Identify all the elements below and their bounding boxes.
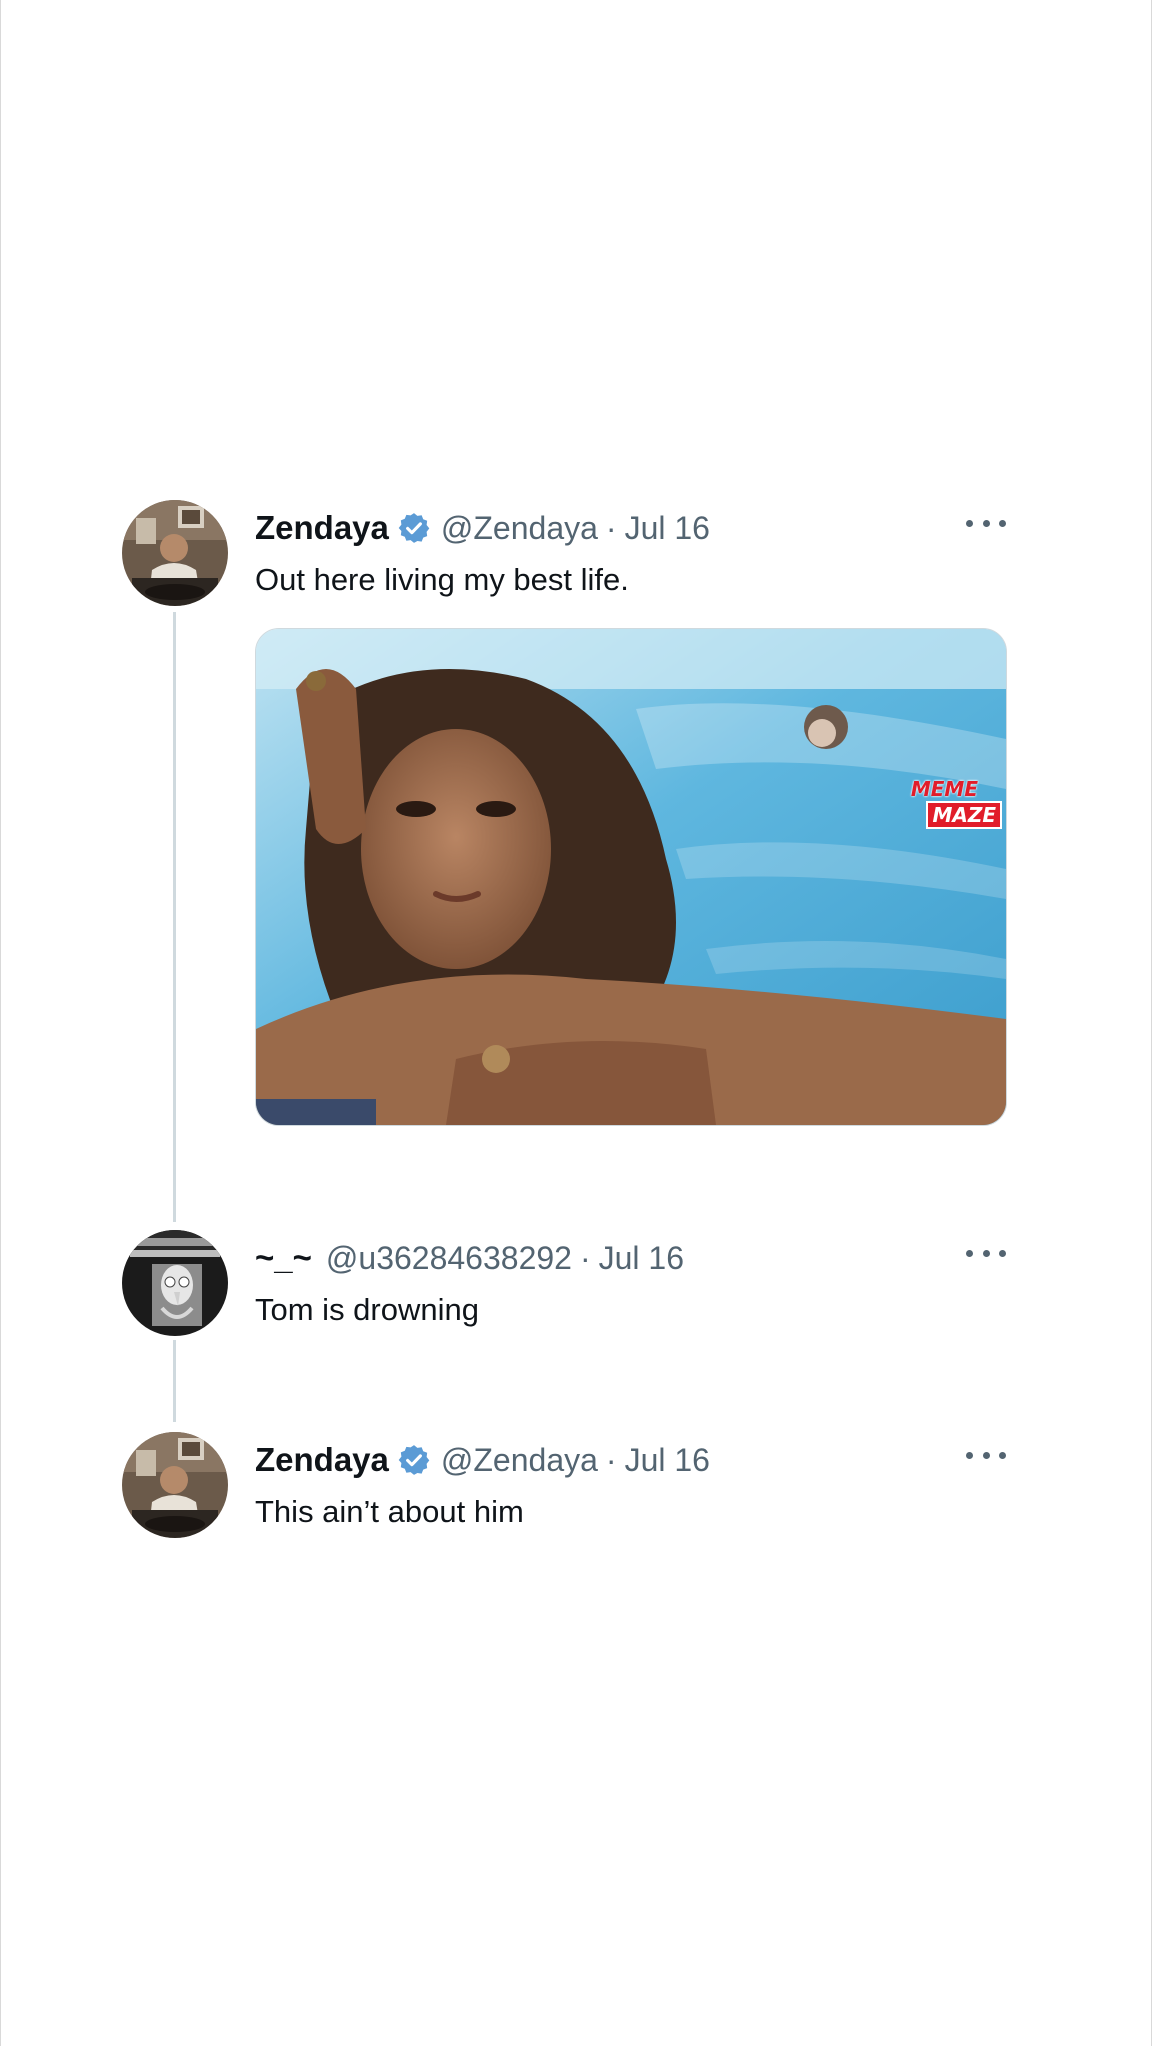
handle[interactable]: @Zendaya: [441, 510, 598, 547]
avatar-zendaya[interactable]: [122, 1432, 228, 1538]
tweet-3[interactable]: Zendaya @Zendaya · Jul 16 This ain’t abo…: [122, 1432, 1006, 1542]
verified-badge-icon: [397, 1443, 431, 1477]
avatar-squidward[interactable]: [122, 1230, 228, 1336]
verified-badge-icon: [397, 511, 431, 545]
more-options-icon[interactable]: [966, 1238, 1006, 1268]
tweet-2[interactable]: ~_~ @u36284638292 · Jul 16 Tom is drowni…: [122, 1230, 1006, 1340]
watermark-line2: MAZE: [926, 801, 1002, 829]
tweet-1-header: Zendaya @Zendaya · Jul 16: [255, 500, 1006, 556]
tweet-media-image[interactable]: MEME MAZE: [255, 628, 1007, 1126]
separator-dot: ·: [605, 509, 617, 546]
tweet-2-body: ~_~ @u36284638292 · Jul 16 Tom is drowni…: [255, 1230, 1006, 1332]
tweet-3-header: Zendaya @Zendaya · Jul 16: [255, 1432, 1006, 1488]
pool-photo: [256, 629, 1006, 1125]
watermark-line1: MEME: [910, 777, 978, 801]
display-name[interactable]: Zendaya: [255, 1441, 389, 1479]
avatar-zendaya[interactable]: [122, 500, 228, 606]
thread-connector-line: [173, 1340, 176, 1422]
tweet-2-header: ~_~ @u36284638292 · Jul 16: [255, 1230, 1006, 1286]
meme-maze-watermark: MEME MAZE: [911, 777, 1002, 829]
display-name[interactable]: ~_~: [255, 1239, 312, 1277]
avatar-squidward-image: [122, 1230, 228, 1336]
tweet-1[interactable]: Zendaya @Zendaya · Jul 16 Out here livin…: [122, 500, 1007, 1140]
handle[interactable]: @Zendaya: [441, 1442, 598, 1479]
tweet-1-body: Zendaya @Zendaya · Jul 16 Out here livin…: [255, 500, 1006, 602]
more-options-icon[interactable]: [966, 1440, 1006, 1470]
tweet-3-body: Zendaya @Zendaya · Jul 16 This ain’t abo…: [255, 1432, 1006, 1534]
more-options-icon[interactable]: [966, 508, 1006, 538]
tweet-text: Out here living my best life.: [255, 562, 629, 597]
display-name[interactable]: Zendaya: [255, 509, 389, 547]
tweet-text: Tom is drowning: [255, 1292, 479, 1327]
tweet-date[interactable]: Jul 16: [625, 510, 710, 547]
separator-dot: ·: [579, 1239, 591, 1276]
handle[interactable]: @u36284638292: [326, 1240, 572, 1277]
avatar-zendaya-image: [122, 1432, 228, 1538]
tweet-date[interactable]: Jul 16: [599, 1240, 684, 1277]
tweet-date[interactable]: Jul 16: [625, 1442, 710, 1479]
avatar-zendaya-image: [122, 500, 228, 606]
tweet-text: This ain’t about him: [255, 1494, 524, 1529]
separator-dot: ·: [605, 1441, 617, 1478]
